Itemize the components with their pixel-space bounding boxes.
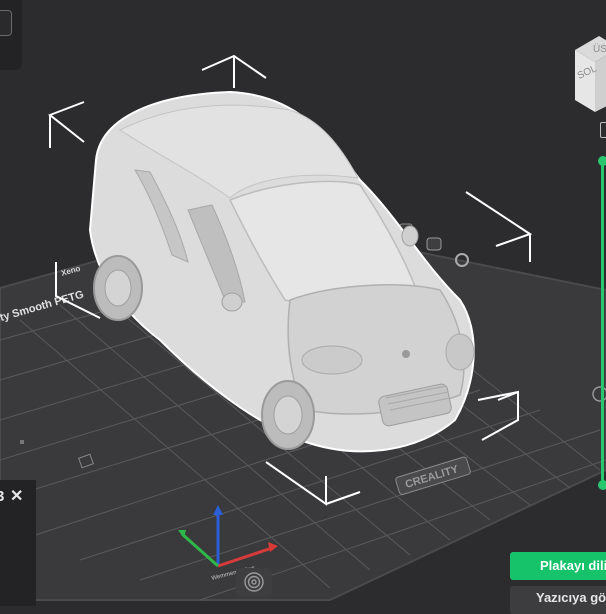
cube-top-label: ÜST — [593, 43, 606, 55]
clipboard-icon[interactable] — [600, 122, 606, 138]
slice-plate-button[interactable]: Plakayı dilimle — [510, 552, 606, 580]
plate-mark — [20, 440, 24, 444]
lock-icon[interactable] — [426, 237, 442, 251]
fingerprint-icon — [236, 568, 272, 596]
scene-svg: ity Smooth PETG Xeno CREALITY Wemmeniuet… — [0, 54, 606, 601]
view-cube-icon[interactable]: ÜST SOL — [569, 30, 606, 120]
panel-count: 3 — [0, 488, 5, 505]
layer-slider-bottom-handle[interactable] — [598, 480, 606, 490]
close-icon[interactable]: ✕ — [10, 486, 23, 506]
layer-slider[interactable] — [598, 156, 606, 490]
layer-slider-track — [601, 158, 604, 488]
3d-viewport[interactable]: ity Smooth PETG Xeno CREALITY Wemmeniuet… — [0, 0, 606, 614]
layer-slider-top-handle[interactable] — [598, 156, 606, 166]
send-to-printer-button[interactable]: Yazıcıya gönder — [510, 586, 606, 614]
